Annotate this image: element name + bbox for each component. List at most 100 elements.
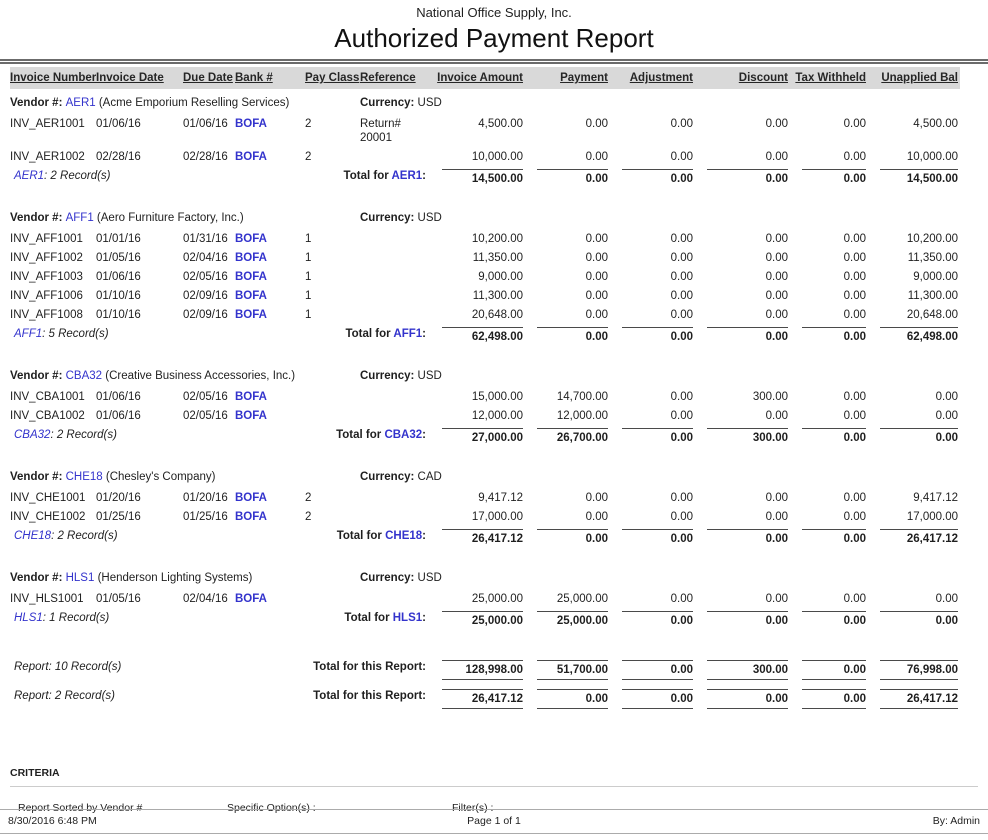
invoice-number-cell: INV_AER1001 (10, 114, 96, 147)
invoice-row: INV_AFF100201/05/1602/04/16BOFA111,350.0… (10, 248, 960, 267)
amount-cell: 0.00 (525, 286, 610, 305)
bank-link[interactable]: BOFA (235, 290, 267, 302)
pay-class-cell (305, 589, 360, 608)
group-total-row: AFF1: 5 Record(s)Total for AFF1:62,498.0… (10, 324, 960, 346)
amount-cell: 0.00 (695, 248, 790, 267)
invoice-date-cell: 01/06/16 (96, 387, 183, 406)
bank-link[interactable]: BOFA (235, 309, 267, 321)
amount-cell: 0.00 (790, 488, 868, 507)
group-total-amount: 0.00 (537, 529, 608, 546)
vendor-number-label: Vendor #: (10, 471, 66, 483)
group-total-amount: 25,000.00 (442, 611, 523, 628)
report-total-amount: 0.00 (707, 689, 788, 709)
due-date-cell: 02/05/16 (183, 267, 235, 286)
vendor-name: (Chesley's Company) (103, 471, 216, 483)
vendor-code-link[interactable]: HLS1 (66, 572, 95, 584)
vendor-code-link[interactable]: CHE18 (66, 471, 103, 483)
group-total-amount: 0.00 (802, 529, 866, 546)
bank-link[interactable]: BOFA (235, 252, 267, 264)
invoice-date-cell: 01/01/16 (96, 229, 183, 248)
due-date-cell: 02/05/16 (183, 406, 235, 425)
invoice-number-cell: INV_AER1002 (10, 147, 96, 166)
criteria-heading: CRITERIA (10, 767, 978, 787)
group-total-amount-cell: 0.00 (610, 425, 695, 447)
report-table-wrap: Invoice NumberInvoice DateDue DateBank #… (0, 67, 988, 709)
total-for-colon: : (422, 328, 426, 340)
vendor-header-row: Vendor #: AER1 (Acme Emporium Reselling … (10, 89, 960, 114)
invoice-date-cell: 01/05/16 (96, 589, 183, 608)
vendor-number-label: Vendor #: (10, 572, 66, 584)
invoice-number-cell: INV_CHE1002 (10, 507, 96, 526)
amount-cell: 0.00 (868, 589, 960, 608)
invoice-number-cell: INV_AFF1002 (10, 248, 96, 267)
vendor-cell: Vendor #: CHE18 (Chesley's Company) (10, 463, 360, 488)
bank-cell: BOFA (235, 305, 305, 324)
page-footer: 8/30/2016 6:48 PM Page 1 of 1 By: Admin (0, 809, 988, 834)
group-total-label: Total for CHE18: (235, 526, 430, 548)
spacer-row (10, 188, 960, 204)
report-total-amount: 76,998.00 (880, 660, 958, 680)
due-date-cell: 02/04/16 (183, 589, 235, 608)
group-total-amount: 14,500.00 (880, 169, 958, 186)
report-total-amount-cell: 0.00 (610, 656, 695, 680)
due-date-cell: 01/25/16 (183, 507, 235, 526)
report-total-amount: 0.00 (537, 689, 608, 709)
report-page: National Office Supply, Inc. Authorized … (0, 0, 988, 840)
vendor-code-link[interactable]: CBA32 (66, 370, 102, 382)
amount-cell: 4,500.00 (430, 114, 525, 147)
pay-class-cell (305, 406, 360, 425)
group-total-amount: 0.00 (802, 428, 866, 445)
total-for-code: AER1 (391, 170, 422, 182)
amount-cell: 0.00 (695, 406, 790, 425)
group-total-amount: 62,498.00 (880, 327, 958, 344)
amount-cell: 0.00 (525, 147, 610, 166)
currency-label: Currency: (360, 212, 418, 224)
bank-link[interactable]: BOFA (235, 118, 267, 130)
invoice-number-cell: INV_AFF1006 (10, 286, 96, 305)
bank-link[interactable]: BOFA (235, 271, 267, 283)
record-count-cell: HLS1: 1 Record(s) (10, 608, 235, 630)
bank-link[interactable]: BOFA (235, 233, 267, 245)
amount-cell: 12,000.00 (430, 406, 525, 425)
group-total-amount-cell: 0.00 (790, 425, 868, 447)
due-date-cell: 02/09/16 (183, 286, 235, 305)
column-header: Invoice Date (96, 67, 183, 89)
bank-link[interactable]: BOFA (235, 593, 267, 605)
invoice-date-cell: 01/25/16 (96, 507, 183, 526)
bank-link[interactable]: BOFA (235, 492, 267, 504)
vendor-cell: Vendor #: HLS1 (Henderson Lighting Syste… (10, 564, 360, 589)
total-for-label: Total for (344, 612, 392, 624)
bank-link[interactable]: BOFA (235, 511, 267, 523)
amount-cell: 0.00 (610, 305, 695, 324)
due-date-cell: 01/31/16 (183, 229, 235, 248)
report-total-row: Report: 10 Record(s)Total for this Repor… (10, 656, 960, 680)
group-total-amount-cell: 0.00 (790, 166, 868, 188)
group-total-amount: 0.00 (802, 169, 866, 186)
column-header: Invoice Number (10, 67, 96, 89)
currency-cell: Currency: USD (360, 362, 960, 387)
total-for-code: HLS1 (393, 612, 422, 624)
total-for-label: Total for (336, 429, 384, 441)
vendor-code-link[interactable]: AFF1 (66, 212, 94, 224)
amount-cell: 0.00 (610, 229, 695, 248)
amount-cell: 0.00 (610, 589, 695, 608)
invoice-number-cell: INV_AFF1003 (10, 267, 96, 286)
amount-cell: 10,000.00 (430, 147, 525, 166)
bank-link[interactable]: BOFA (235, 151, 267, 163)
report-total-amount: 51,700.00 (537, 660, 608, 680)
pay-class-cell: 2 (305, 147, 360, 166)
invoice-date-cell: 01/06/16 (96, 267, 183, 286)
vendor-code-link[interactable]: AER1 (66, 97, 96, 109)
reference-cell (360, 507, 430, 526)
group-total-amount: 0.00 (880, 611, 958, 628)
bank-link[interactable]: BOFA (235, 391, 267, 403)
group-total-amount: 0.00 (802, 327, 866, 344)
bank-cell: BOFA (235, 229, 305, 248)
bank-link[interactable]: BOFA (235, 410, 267, 422)
vendor-cell: Vendor #: CBA32 (Creative Business Acces… (10, 362, 360, 387)
amount-cell: 0.00 (790, 114, 868, 147)
group-total-amount: 0.00 (707, 169, 788, 186)
amount-cell: 0.00 (610, 387, 695, 406)
vendor-cell: Vendor #: AER1 (Acme Emporium Reselling … (10, 89, 360, 114)
group-total-amount: 0.00 (537, 169, 608, 186)
